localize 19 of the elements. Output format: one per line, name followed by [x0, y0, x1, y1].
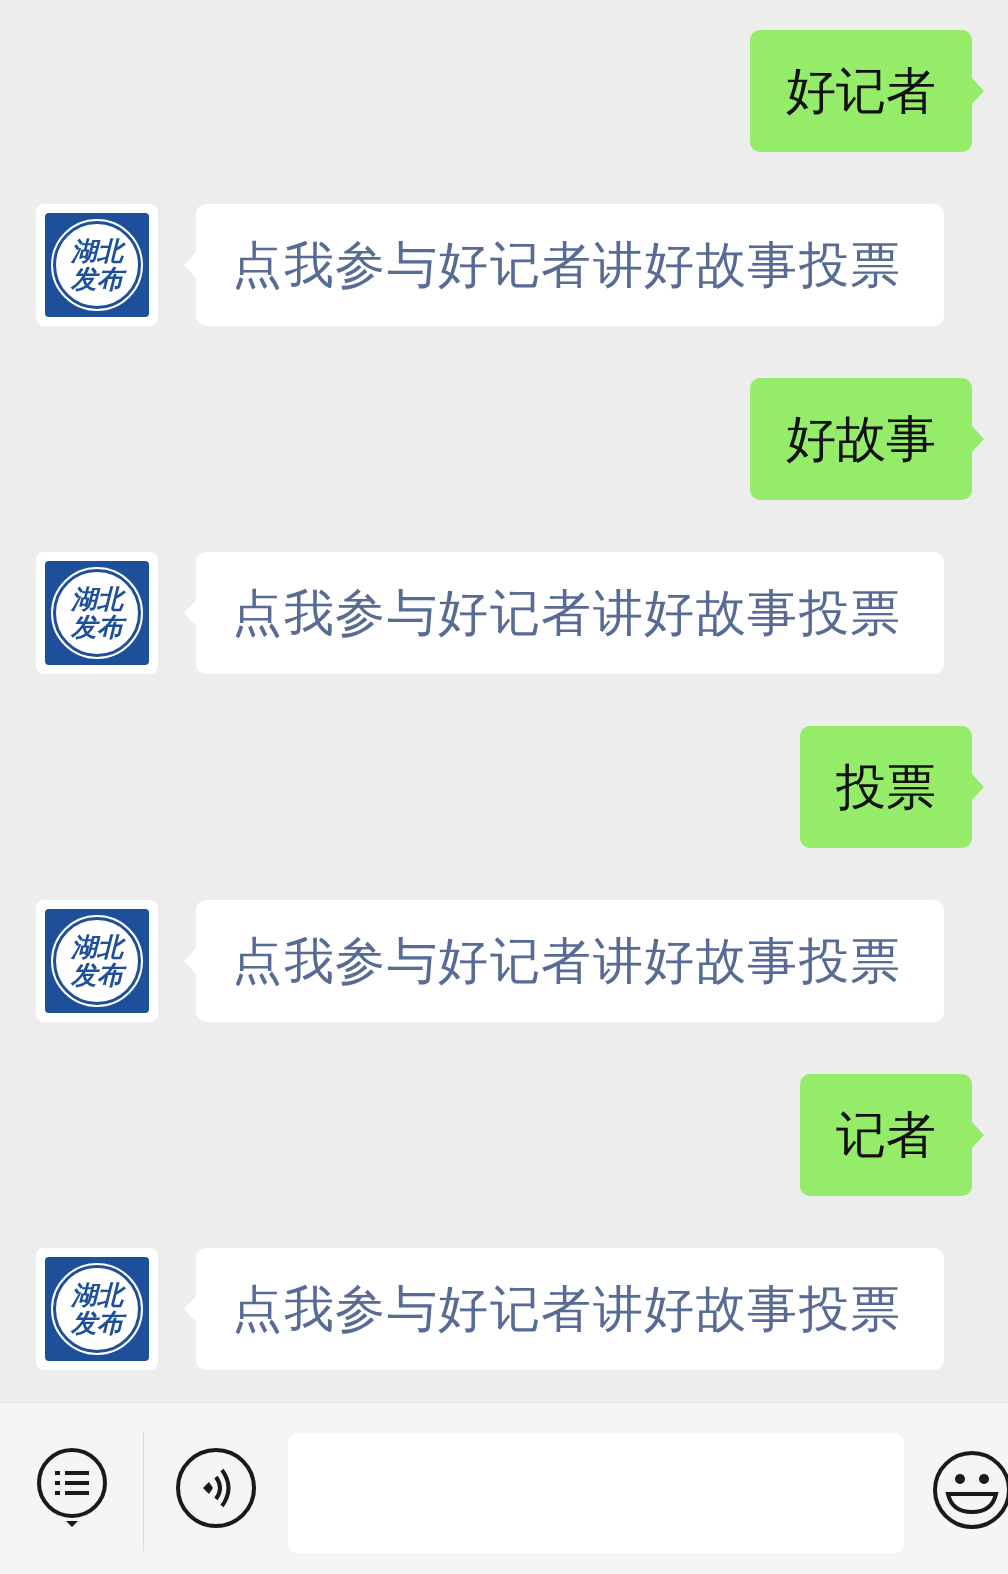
message-bubble: 好记者	[750, 30, 972, 152]
message-bubble[interactable]: 点我参与好记者讲好故事投票	[196, 1248, 944, 1370]
avatar[interactable]: 湖北 发布	[36, 1248, 158, 1370]
avatar[interactable]: 湖北 发布	[36, 204, 158, 326]
bubble-tail	[972, 78, 984, 104]
bubble-tail	[972, 1122, 984, 1148]
bubble-tail	[972, 774, 984, 800]
message-bubble: 投票	[800, 726, 972, 848]
message-bubble: 好故事	[750, 378, 972, 500]
voice-icon[interactable]	[175, 1447, 257, 1529]
message-bubble[interactable]: 点我参与好记者讲好故事投票	[196, 552, 944, 674]
menu-icon[interactable]	[36, 1447, 108, 1529]
avatar[interactable]: 湖北 发布	[36, 900, 158, 1022]
bubble-tail	[972, 426, 984, 452]
message-bubble[interactable]: 点我参与好记者讲好故事投票	[196, 900, 944, 1022]
avatar[interactable]: 湖北 发布	[36, 552, 158, 674]
message-bubble: 记者	[800, 1074, 972, 1196]
message-bubble[interactable]: 点我参与好记者讲好故事投票	[196, 204, 944, 326]
emoji-icon[interactable]	[932, 1450, 1008, 1532]
